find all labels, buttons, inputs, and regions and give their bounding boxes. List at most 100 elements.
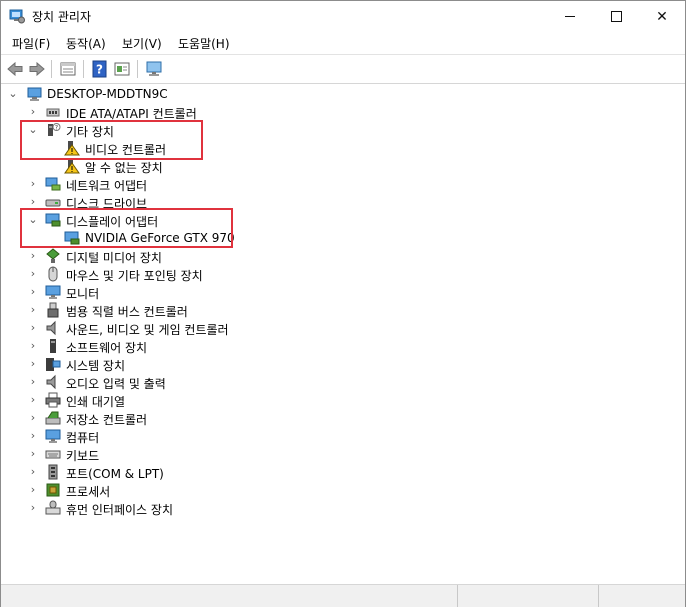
- expand-chevron-icon[interactable]: ›: [27, 391, 39, 409]
- hid-icon: [45, 500, 61, 515]
- help-icon[interactable]: ?: [91, 60, 109, 78]
- device-label: 알 수 없는 장치: [85, 161, 163, 175]
- usb-icon: [47, 302, 59, 318]
- tree-category[interactable]: › 디지털 미디어 장치: [1, 247, 685, 265]
- tree-category[interactable]: › 시스템 장치: [1, 355, 685, 373]
- mouse-icon: [48, 266, 58, 282]
- tree-category[interactable]: › 포트(COM & LPT): [1, 463, 685, 481]
- expand-chevron-icon[interactable]: ›: [27, 481, 39, 499]
- monitor-scan-icon[interactable]: [145, 60, 163, 78]
- category-label: 컴퓨터: [66, 431, 100, 445]
- expand-chevron-icon[interactable]: ›: [27, 499, 39, 517]
- collapse-chevron-icon[interactable]: ⌄: [7, 85, 19, 103]
- port-icon: [48, 464, 58, 480]
- expand-chevron-icon[interactable]: ›: [27, 445, 39, 463]
- forward-arrow-icon[interactable]: [28, 60, 46, 78]
- svg-text:?: ?: [96, 63, 103, 77]
- expand-chevron-icon[interactable]: ›: [27, 409, 39, 427]
- expand-chevron-icon[interactable]: ›: [27, 103, 39, 121]
- tree-category[interactable]: › 범용 직렬 버스 컨트롤러: [1, 301, 685, 319]
- tree-category[interactable]: › IDE ATA/ATAPI 컨트롤러: [1, 103, 685, 121]
- keyboard-icon: [45, 450, 61, 459]
- processor-icon: [46, 483, 60, 497]
- software-device-icon: [50, 339, 56, 353]
- tree-category[interactable]: › 인쇄 대기열: [1, 391, 685, 409]
- printer-icon: [45, 392, 61, 408]
- view-icon[interactable]: [113, 60, 131, 78]
- expand-chevron-icon[interactable]: ›: [27, 373, 39, 391]
- tree-category[interactable]: › 마우스 및 기타 포인팅 장치: [1, 265, 685, 283]
- device-manager-app-icon: [9, 9, 25, 24]
- tree-category[interactable]: › 키보드: [1, 445, 685, 463]
- category-label: 사운드, 비디오 및 게임 컨트롤러: [66, 323, 229, 337]
- expand-chevron-icon[interactable]: ›: [27, 337, 39, 355]
- expand-chevron-icon[interactable]: ›: [27, 355, 39, 373]
- tree-category[interactable]: › 사운드, 비디오 및 게임 컨트롤러: [1, 319, 685, 337]
- category-label: 네트워크 어댑터: [66, 179, 148, 193]
- category-label: 시스템 장치: [66, 359, 126, 373]
- expand-chevron-icon[interactable]: ›: [27, 247, 39, 265]
- menu-help[interactable]: 도움말(H): [178, 35, 230, 52]
- device-tree: ⌄ DESKTOP-MDDTN9C › IDE ATA/ATAPI 컨트롤러 ⌄: [1, 83, 685, 583]
- close-icon: ✕: [656, 8, 668, 25]
- expand-chevron-icon[interactable]: ›: [27, 463, 39, 481]
- status-segment: [598, 585, 599, 607]
- category-label: 프로세서: [66, 485, 111, 499]
- window-title: 장치 관리자: [32, 10, 92, 24]
- toolbar-separator: [137, 60, 138, 78]
- category-label: 디지털 미디어 장치: [66, 251, 162, 265]
- tree-category[interactable]: › 오디오 입력 및 출력: [1, 373, 685, 391]
- ide-controller-icon: [46, 108, 60, 117]
- expand-chevron-icon[interactable]: ›: [27, 427, 39, 445]
- speaker-icon: [46, 320, 56, 336]
- expand-chevron-icon[interactable]: ›: [27, 175, 39, 193]
- category-label: 범용 직렬 버스 컨트롤러: [66, 305, 188, 319]
- digital-media-icon: [46, 248, 60, 263]
- category-label: 휴먼 인터페이스 장치: [66, 503, 173, 517]
- monitor-icon: [45, 285, 61, 299]
- title-bar: 장치 관리자 ✕: [1, 1, 685, 32]
- tree-category[interactable]: › 모니터: [1, 283, 685, 301]
- expand-chevron-icon[interactable]: ›: [27, 283, 39, 301]
- category-label: 키보드: [66, 449, 100, 463]
- computer-icon: [45, 429, 61, 443]
- category-label: 포트(COM & LPT): [66, 467, 164, 481]
- properties-icon[interactable]: [59, 60, 77, 78]
- minimize-button[interactable]: [547, 1, 593, 32]
- expand-chevron-icon[interactable]: ›: [27, 319, 39, 337]
- expand-chevron-icon[interactable]: ›: [27, 265, 39, 283]
- tree-root[interactable]: ⌄ DESKTOP-MDDTN9C: [1, 85, 685, 103]
- tree-category[interactable]: › 네트워크 어댑터: [1, 175, 685, 193]
- system-device-icon: [46, 358, 61, 371]
- category-label: 저장소 컨트롤러: [66, 413, 148, 427]
- maximize-icon: [610, 11, 622, 22]
- toolbar-separator: [51, 60, 52, 78]
- audio-icon: [46, 374, 56, 390]
- expand-chevron-icon[interactable]: ›: [27, 301, 39, 319]
- highlight-box-display-adapters: [20, 208, 233, 248]
- status-bar: [1, 584, 685, 607]
- menu-view[interactable]: 보기(V): [122, 35, 162, 52]
- toolbar-separator: [83, 60, 84, 78]
- category-label: 소프트웨어 장치: [66, 341, 148, 355]
- menu-file[interactable]: 파일(F): [12, 35, 50, 52]
- menu-action[interactable]: 동작(A): [66, 35, 106, 52]
- storage-controller-icon: [45, 411, 61, 425]
- tree-category[interactable]: › 휴먼 인터페이스 장치: [1, 499, 685, 517]
- warning-device-icon: [64, 159, 80, 174]
- minimize-icon: [565, 16, 575, 17]
- toolbar: ?: [1, 54, 685, 84]
- maximize-button[interactable]: [593, 1, 639, 32]
- back-arrow-icon[interactable]: [6, 60, 24, 78]
- highlight-box-other-devices: [20, 120, 203, 160]
- computer-icon: [27, 87, 42, 101]
- category-label: 인쇄 대기열: [66, 395, 126, 409]
- network-adapter-icon: [45, 177, 61, 191]
- tree-category[interactable]: › 소프트웨어 장치: [1, 337, 685, 355]
- category-label: 모니터: [66, 287, 100, 301]
- computer-name: DESKTOP-MDDTN9C: [47, 87, 168, 101]
- tree-category[interactable]: › 프로세서: [1, 481, 685, 499]
- tree-category[interactable]: › 저장소 컨트롤러: [1, 409, 685, 427]
- tree-category[interactable]: › 컴퓨터: [1, 427, 685, 445]
- close-button[interactable]: ✕: [639, 1, 685, 32]
